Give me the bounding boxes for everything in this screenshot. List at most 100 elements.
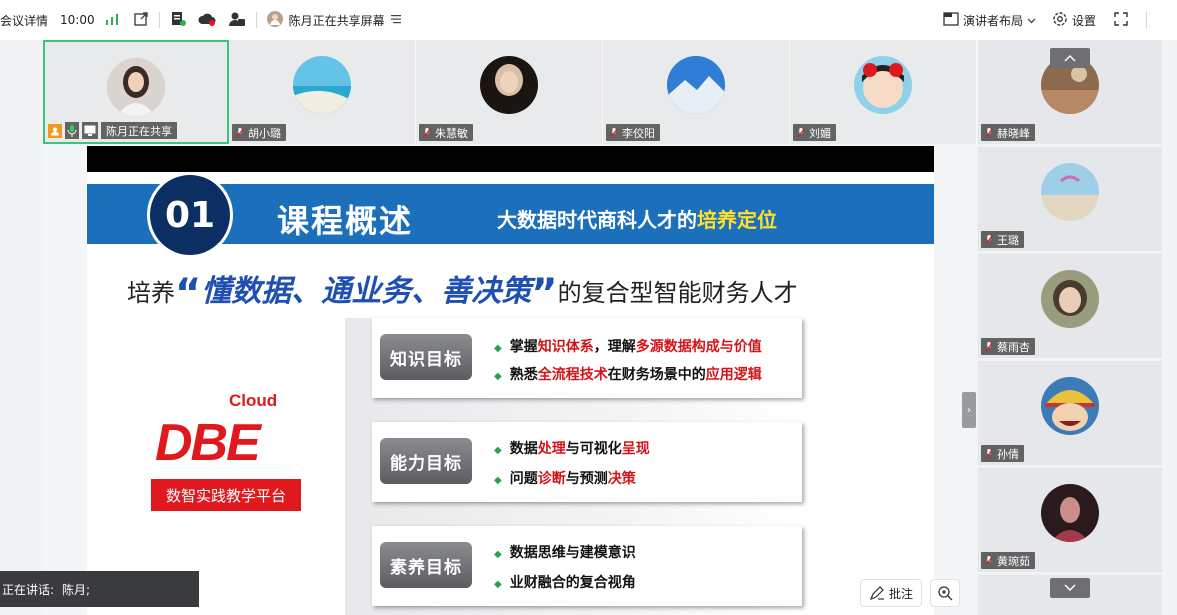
- mic-muted-icon: [985, 127, 993, 138]
- participant-name: 李佼阳: [622, 126, 655, 140]
- dbe-logo: Cloud DBE 数智实践教学平台: [151, 391, 301, 516]
- participant-name-tag: 蔡雨杏: [981, 338, 1035, 355]
- slide-title: 课程概述: [277, 202, 414, 240]
- avatar: [1041, 377, 1099, 435]
- zoom-in-button[interactable]: [930, 579, 960, 607]
- participant-name: 蔡雨杏: [997, 340, 1030, 354]
- mic-muted-icon: [985, 341, 993, 352]
- participant-tile-partial[interactable]: [978, 575, 1162, 615]
- participant-tile[interactable]: 李佼阳: [603, 40, 790, 144]
- goal-box: 能力目标 ◆ 数据处理与可视化呈现 ◆ 问题诊断与预测决策: [372, 422, 802, 502]
- participant-tile[interactable]: 黄琬茹: [978, 468, 1162, 572]
- cloud-record-icon[interactable]: [198, 12, 216, 29]
- participant-name-tag: 孙倩: [981, 445, 1024, 462]
- participant-name-tag: 刘媚: [793, 124, 836, 141]
- meeting-time: 10:00: [60, 13, 95, 27]
- participant-name-tag: 陈月正在共享: [48, 122, 177, 139]
- goal-text: 知识体系: [537, 339, 594, 355]
- participant-name: 陈月正在共享: [101, 122, 177, 139]
- speaking-name: 陈月;: [62, 582, 91, 597]
- chevron-down-icon: [1064, 584, 1076, 592]
- goal-text: 数据思维与建模意识: [509, 545, 636, 561]
- fullscreen-icon[interactable]: [1114, 11, 1128, 29]
- host-icon: [48, 123, 62, 138]
- mic-on-icon: [65, 122, 79, 139]
- sharer-avatar-icon: [266, 10, 283, 30]
- avatar: [1041, 270, 1099, 328]
- goal-text: 掌握: [509, 339, 538, 355]
- sharing-status[interactable]: 陈月正在共享屏幕: [289, 12, 385, 29]
- avatar: [480, 56, 538, 114]
- quote-open: “: [175, 271, 202, 317]
- subtitle-highlight: 培养定位: [697, 208, 777, 232]
- document-icon[interactable]: [170, 11, 186, 30]
- toolbar-divider: [1146, 12, 1147, 28]
- shared-screen: 01 课程概述 大数据时代商科人才的培养定位 培养“懂数据、通业务、善决策”的复…: [43, 146, 976, 615]
- goal-text: 与可视化: [565, 441, 622, 457]
- participant-strip: 陈月正在共享 胡小璐 朱慧敏 李佼阳 刘媚: [43, 40, 977, 144]
- headline-brush-text: 懂数据、通业务、善决策: [201, 274, 532, 309]
- mic-muted-icon: [985, 234, 993, 245]
- diamond-bullet-icon: ◆: [494, 371, 502, 382]
- slide-top-strip: [87, 146, 934, 172]
- chevron-up-icon: [1064, 54, 1076, 62]
- subtitle-text: 大数据时代商科人才的: [497, 208, 697, 232]
- annotate-label: 批注: [888, 586, 913, 601]
- goal-text: 呈现: [621, 441, 650, 457]
- expand-panel-button[interactable]: ›: [962, 392, 976, 428]
- menu-lines-icon[interactable]: [390, 13, 401, 27]
- scroll-down-button[interactable]: [1050, 578, 1090, 598]
- goal-text: 决策: [607, 471, 636, 487]
- goal-text: 处理: [537, 441, 566, 457]
- speaking-indicator: 正在讲话: 陈月;: [0, 571, 199, 607]
- avatar: [1041, 163, 1099, 221]
- participant-name-tag: 黄琬茹: [981, 552, 1035, 569]
- participant-name: 胡小璐: [248, 126, 281, 140]
- diamond-bullet-icon: ◆: [494, 579, 502, 590]
- participant-tile[interactable]: 孙倩: [978, 361, 1162, 465]
- members-icon[interactable]: [228, 11, 246, 30]
- participant-tile[interactable]: 陈月正在共享: [43, 40, 229, 144]
- chevron-down-icon[interactable]: [1027, 13, 1036, 27]
- settings-icon[interactable]: [1052, 11, 1068, 30]
- zoom-in-icon: [938, 586, 953, 601]
- signal-icon[interactable]: [105, 13, 119, 28]
- layout-icon[interactable]: [943, 11, 959, 29]
- pop-out-icon[interactable]: [133, 11, 149, 30]
- participant-tile[interactable]: 赫晓峰: [978, 40, 1162, 144]
- chevron-right-icon: ›: [967, 404, 971, 416]
- avatar: [854, 56, 912, 114]
- headline-prefix: 培养: [127, 279, 175, 307]
- participant-column: 赫晓峰 王璐 蔡雨杏 孙倩 黄琬茹: [978, 40, 1162, 615]
- goal-label: 知识目标: [380, 334, 472, 380]
- goal-line: ◆ 熟悉全流程技术在财务场景中的应用逻辑: [494, 364, 762, 384]
- slide-subtitle: 大数据时代商科人才的培养定位: [497, 204, 777, 233]
- goal-line: ◆ 业财融合的复合视角: [494, 572, 636, 592]
- section-badge: 01: [147, 172, 233, 258]
- goal-text: ，理解: [593, 339, 636, 355]
- logo-cloud-text: Cloud: [229, 391, 278, 410]
- participant-tile[interactable]: 朱慧敏: [416, 40, 603, 144]
- goal-text: 问题: [509, 471, 538, 487]
- mic-muted-icon: [985, 555, 993, 566]
- slide: 01 课程概述 大数据时代商科人才的培养定位 培养“懂数据、通业务、善决策”的复…: [87, 146, 934, 615]
- participant-tile[interactable]: 蔡雨杏: [978, 254, 1162, 358]
- goal-box: 素养目标 ◆ 数据思维与建模意识 ◆ 业财融合的复合视角: [372, 526, 802, 606]
- participant-tile[interactable]: 王璐: [978, 147, 1162, 251]
- participant-tile[interactable]: 胡小璐: [229, 40, 416, 144]
- pen-icon: [869, 586, 884, 601]
- goal-label: 能力目标: [380, 438, 472, 484]
- participant-name-tag: 朱慧敏: [419, 124, 473, 141]
- goal-text: 业财融合的复合视角: [509, 575, 636, 591]
- participant-tile[interactable]: 刘媚: [790, 40, 977, 144]
- meeting-info-button[interactable]: 会议详情: [0, 12, 48, 29]
- annotate-button[interactable]: 批注: [859, 579, 922, 607]
- goal-text: 与预测: [565, 471, 608, 487]
- goal-line: ◆ 数据处理与可视化呈现: [494, 438, 650, 458]
- participant-name: 孙倩: [997, 447, 1019, 461]
- settings-button[interactable]: 设置: [1072, 12, 1096, 29]
- goal-text: 在财务场景中的: [607, 367, 706, 383]
- layout-dropdown[interactable]: 演讲者布局: [963, 12, 1023, 29]
- goal-text: 全流程技术: [537, 367, 608, 383]
- scroll-up-button[interactable]: [1050, 48, 1090, 68]
